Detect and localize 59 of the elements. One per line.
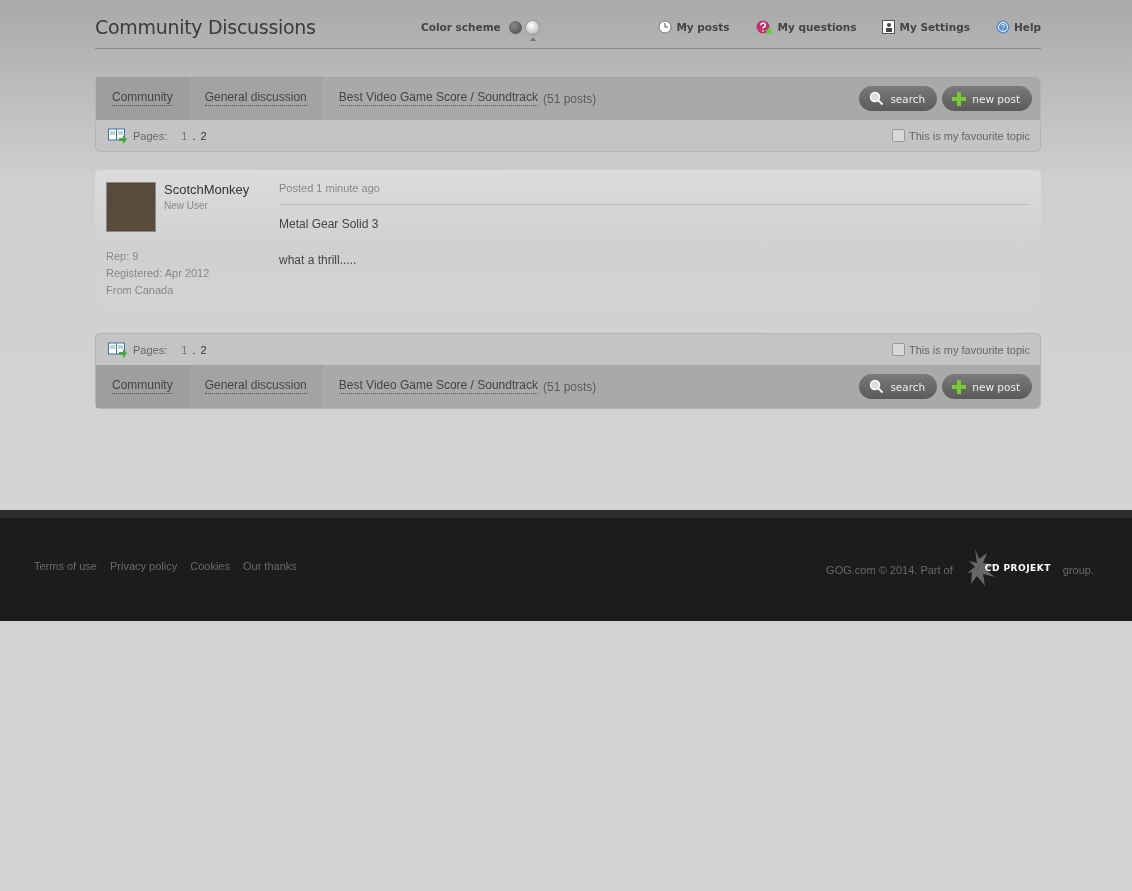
avatar-placeholder [106,182,156,232]
breadcrumb-link[interactable]: General discussion [188,365,323,408]
group-text: group. [1062,563,1094,576]
logo-text: CD PROJEKT [984,562,1051,573]
favourite-label: This is my favourite topic [908,129,1030,142]
footer-link[interactable]: Terms of use [34,559,97,572]
page-separator: . [192,343,196,356]
breadcrumb-link[interactable]: General discussion [188,77,323,120]
author-rank: New User [164,200,209,211]
breadcrumb-link[interactable]: Community [96,77,189,120]
footer-link[interactable]: Cookies [190,559,230,572]
header-link[interactable]: Help [995,19,1041,35]
breadcrumb-link[interactable]: Best Video Game Score / Soundtrack [322,365,543,408]
footer-link[interactable]: Our thanks [242,559,297,572]
favourite-checkbox[interactable] [891,343,905,356]
breadcrumb-link[interactable]: Best Video Game Score / Soundtrack [322,77,543,120]
header-link[interactable]: My Settings [882,19,970,35]
footer-link[interactable]: Privacy policy [109,559,178,572]
author-location: From Canada [106,283,175,298]
plus-icon [952,379,967,394]
question-star-icon [755,19,774,35]
post-timestamp: Posted 1 minute ago [279,182,1028,205]
favourite-label: This is my favourite topic [908,343,1030,356]
search-button[interactable]: search [859,374,938,399]
search-icon [869,379,885,394]
author-rep: Rep: 9 [106,249,140,264]
new-post-button[interactable]: new post [942,86,1032,111]
color-scheme-option[interactable] [508,20,522,34]
help-icon [995,20,1010,34]
copyright-text: GOG.com © 2014. Part of [826,563,953,576]
header-link[interactable]: My posts [658,19,730,35]
search-icon [869,91,885,106]
plus-icon [952,91,967,106]
page-link[interactable]: 1 [181,129,188,142]
new-post-button[interactable]: new post [942,374,1032,399]
profile-card-icon [882,20,896,34]
favourite-checkbox[interactable] [891,129,905,142]
post-count: (51 posts) [542,91,597,106]
search-button[interactable]: search [859,86,938,111]
author-name: ScotchMonkey [164,182,250,197]
book-arrow-icon [108,341,128,358]
color-scheme-option[interactable] [525,20,539,34]
book-arrow-icon [108,127,128,144]
page-separator: . [192,129,196,142]
page-title: Community Discussions [95,16,317,38]
page-link[interactable]: 1 [181,343,188,356]
clock-icon [658,20,673,34]
breadcrumb-link[interactable]: Community [96,365,189,408]
color-scheme-label: Color scheme [421,21,501,33]
pages-label: Pages: [133,343,168,356]
header-link[interactable]: My questions [755,19,857,35]
pages-label: Pages: [133,129,168,142]
selected-indicator-icon [529,36,536,41]
post-text: Metal Gear Solid 3 [279,217,380,231]
page-link[interactable]: 2 [200,343,207,356]
author-registered: Registered: Apr 2012 [106,266,211,281]
post-text: what a thrill..... [279,253,358,267]
page-link[interactable]: 2 [200,129,207,142]
post-count: (51 posts) [542,379,597,394]
